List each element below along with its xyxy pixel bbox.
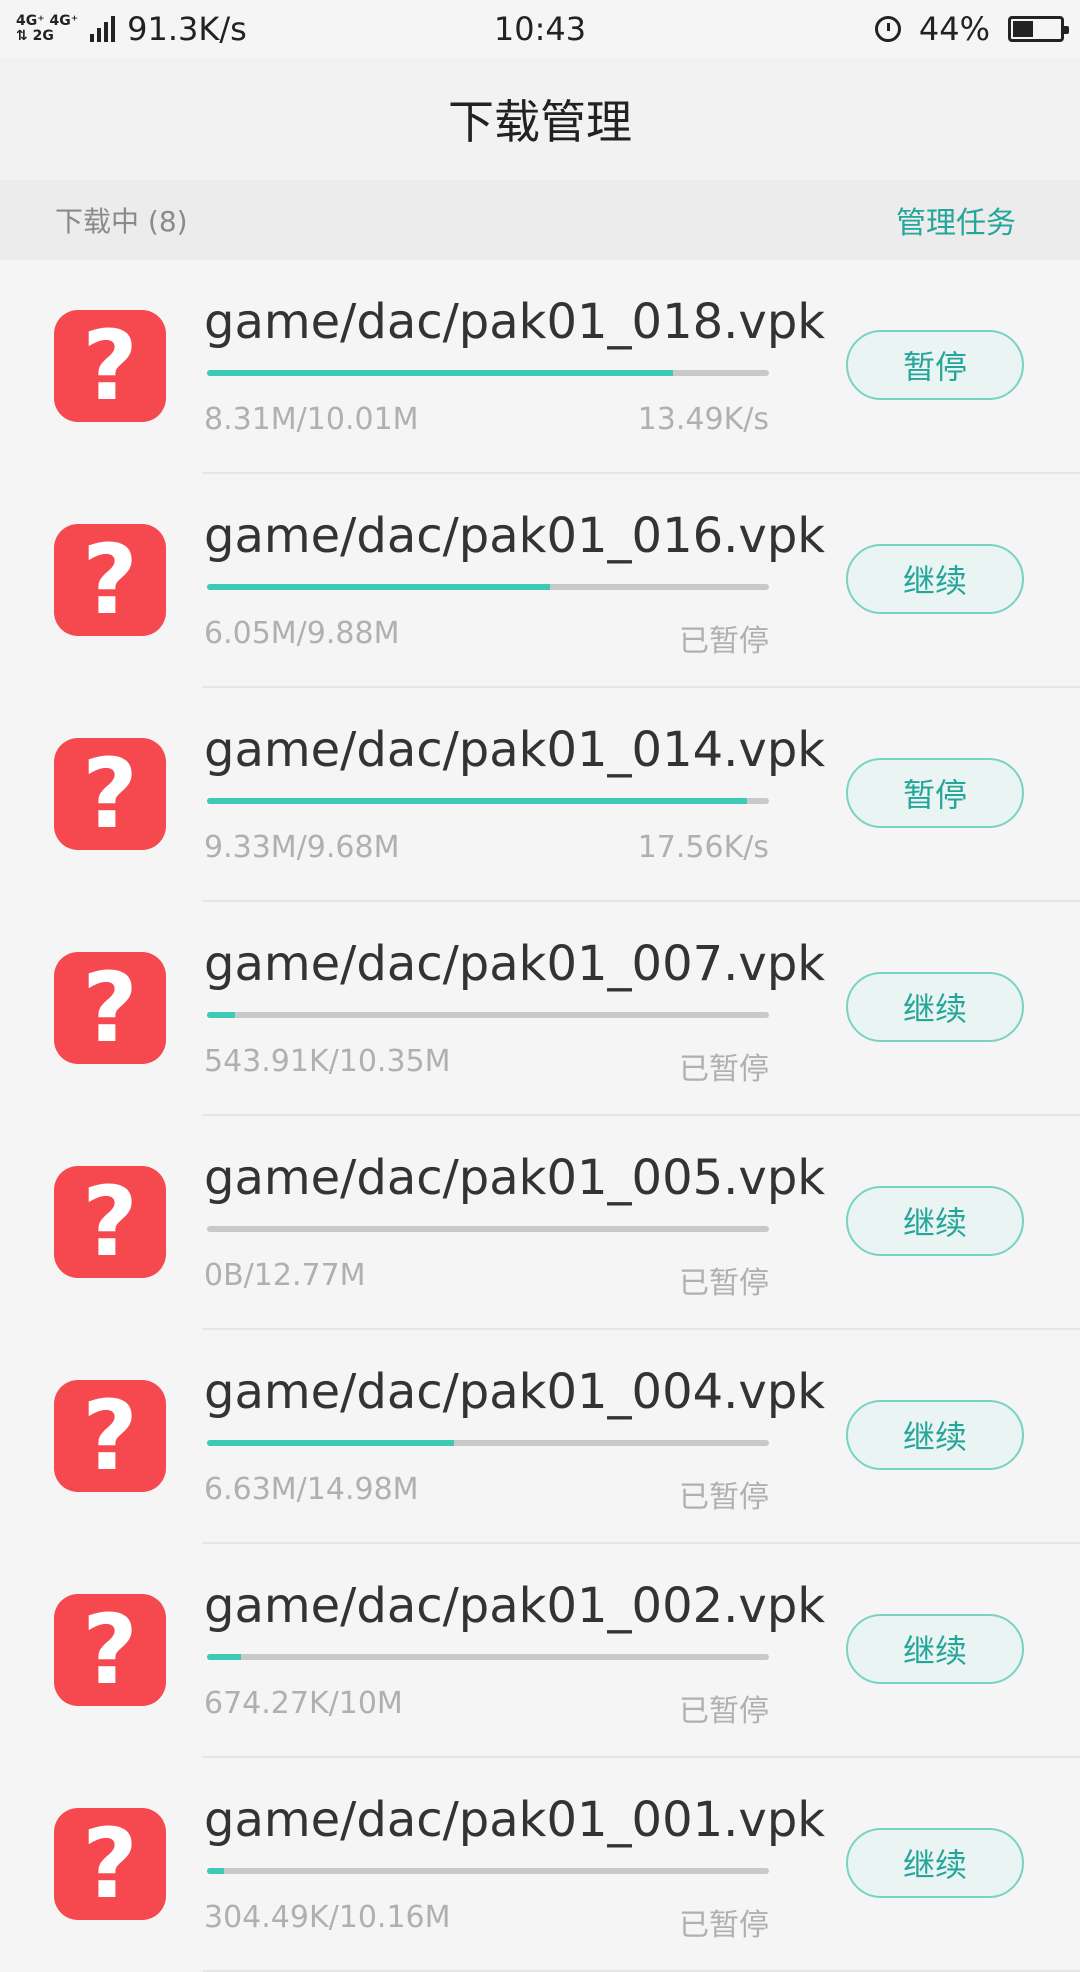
download-size: 543.91K/10.35M xyxy=(204,1044,451,1079)
resume-button[interactable]: 继续 xyxy=(846,1828,1024,1898)
progress-bar xyxy=(207,1654,769,1660)
download-item[interactable]: ? game/dac/pak01_016.vpk 6.05M/9.88M 已暂停… xyxy=(0,474,1080,688)
download-item[interactable]: ? game/dac/pak01_007.vpk 543.91K/10.35M … xyxy=(0,902,1080,1116)
file-name: game/dac/pak01_007.vpk xyxy=(204,936,826,992)
file-name: game/dac/pak01_002.vpk xyxy=(204,1578,826,1634)
unknown-app-icon: ? xyxy=(54,1808,166,1920)
network-type-bottom: ⇅ 2G xyxy=(16,28,54,44)
progress-bar xyxy=(207,1012,769,1018)
battery-percent: 44% xyxy=(918,10,990,48)
download-item[interactable]: ? game/dac/pak01_014.vpk 9.33M/9.68M 17.… xyxy=(0,688,1080,902)
progress-bar xyxy=(207,798,769,804)
download-status: 17.56K/s xyxy=(637,830,769,865)
download-size: 9.33M/9.68M xyxy=(204,830,400,865)
download-item[interactable]: ? game/dac/pak01_005.vpk 0B/12.77M 已暂停 继… xyxy=(0,1116,1080,1330)
download-list: ? game/dac/pak01_018.vpk 8.31M/10.01M 13… xyxy=(0,260,1080,1972)
download-size: 674.27K/10M xyxy=(204,1686,403,1721)
pause-button[interactable]: 暂停 xyxy=(846,330,1024,400)
resume-button[interactable]: 继续 xyxy=(846,1614,1024,1684)
unknown-app-icon: ? xyxy=(54,1594,166,1706)
progress-bar xyxy=(207,1868,769,1874)
download-status: 已暂停 xyxy=(679,1908,769,1943)
file-name: game/dac/pak01_014.vpk xyxy=(204,722,826,778)
unknown-app-icon: ? xyxy=(54,738,166,850)
download-item[interactable]: ? game/dac/pak01_004.vpk 6.63M/14.98M 已暂… xyxy=(0,1330,1080,1544)
download-status: 已暂停 xyxy=(679,1480,769,1515)
download-status: 已暂停 xyxy=(679,1266,769,1301)
unknown-app-icon: ? xyxy=(54,1166,166,1278)
progress-bar xyxy=(207,1440,769,1446)
file-name: game/dac/pak01_005.vpk xyxy=(204,1150,826,1206)
download-size: 8.31M/10.01M xyxy=(204,402,419,437)
status-bar: 4G⁺ 4G⁺ ⇅ 2G 91.3K/s 10:43 44% xyxy=(0,0,1080,58)
file-name: game/dac/pak01_004.vpk xyxy=(204,1364,826,1420)
download-status: 13.49K/s xyxy=(637,402,769,437)
resume-button[interactable]: 继续 xyxy=(846,544,1024,614)
unknown-app-icon: ? xyxy=(54,1380,166,1492)
section-header: 下载中 (8) 管理任务 xyxy=(0,180,1080,260)
title-bar: 下载管理 xyxy=(0,58,1080,180)
progress-fill xyxy=(207,1868,224,1874)
progress-bar xyxy=(207,1226,769,1232)
signal-icon xyxy=(90,16,116,42)
manage-tasks-button[interactable]: 管理任务 xyxy=(896,198,1016,242)
download-size: 6.63M/14.98M xyxy=(204,1472,419,1507)
download-item[interactable]: ? game/dac/pak01_002.vpk 674.27K/10M 已暂停… xyxy=(0,1544,1080,1758)
file-name: game/dac/pak01_001.vpk xyxy=(204,1792,826,1848)
progress-fill xyxy=(207,798,747,804)
download-status: 已暂停 xyxy=(679,1694,769,1729)
resume-button[interactable]: 继续 xyxy=(846,1186,1024,1256)
progress-bar xyxy=(207,370,769,376)
file-name: game/dac/pak01_016.vpk xyxy=(204,508,826,564)
download-item[interactable]: ? game/dac/pak01_018.vpk 8.31M/10.01M 13… xyxy=(0,260,1080,474)
download-item[interactable]: ? game/dac/pak01_001.vpk 304.49K/10.16M … xyxy=(0,1758,1080,1972)
page-title: 下载管理 xyxy=(448,95,632,149)
status-right: 44% xyxy=(874,10,1069,48)
section-title: 下载中 (8) xyxy=(55,205,188,238)
resume-button[interactable]: 继续 xyxy=(846,972,1024,1042)
file-name: game/dac/pak01_018.vpk xyxy=(204,294,826,350)
network-speed: 91.3K/s xyxy=(127,10,247,48)
download-status: 已暂停 xyxy=(679,624,769,659)
download-status: 已暂停 xyxy=(679,1052,769,1087)
download-size: 0B/12.77M xyxy=(204,1258,366,1293)
download-size: 6.05M/9.88M xyxy=(204,616,400,651)
unknown-app-icon: ? xyxy=(54,524,166,636)
progress-fill xyxy=(207,1440,455,1446)
clock-time: 10:43 xyxy=(493,10,587,48)
progress-fill xyxy=(207,1012,236,1018)
progress-fill xyxy=(207,584,550,590)
progress-fill xyxy=(207,370,674,376)
pause-button[interactable]: 暂停 xyxy=(846,758,1024,828)
progress-bar xyxy=(207,584,769,590)
unknown-app-icon: ? xyxy=(54,310,166,422)
battery-icon xyxy=(1008,16,1069,42)
unknown-app-icon: ? xyxy=(54,952,166,1064)
status-left: 4G⁺ 4G⁺ ⇅ 2G 91.3K/s xyxy=(16,10,247,48)
network-indicator: 4G⁺ 4G⁺ ⇅ 2G xyxy=(16,14,78,44)
alarm-icon xyxy=(874,16,901,42)
download-size: 304.49K/10.16M xyxy=(204,1900,451,1935)
network-type-top: 4G⁺ 4G⁺ xyxy=(16,13,79,29)
progress-fill xyxy=(207,1654,241,1660)
battery-level xyxy=(1013,21,1034,37)
resume-button[interactable]: 继续 xyxy=(846,1400,1024,1470)
